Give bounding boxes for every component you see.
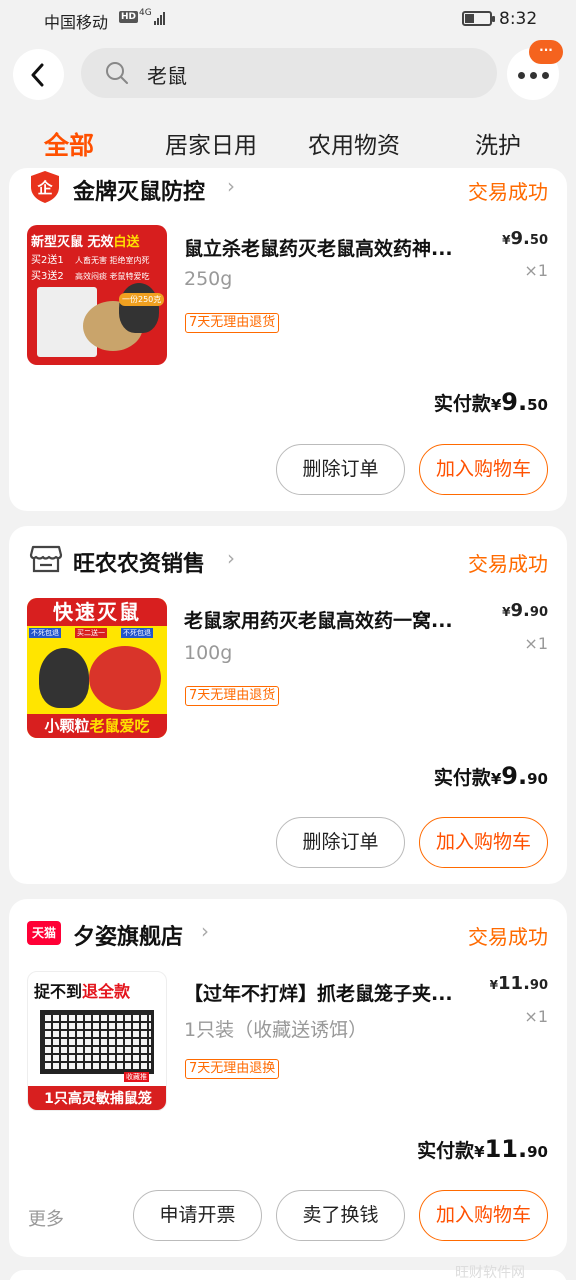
product-spec: 250g bbox=[184, 268, 233, 290]
thumb-promo-2: 买3送2 bbox=[31, 271, 64, 282]
battery-icon bbox=[462, 11, 495, 26]
chevron-right-icon[interactable]: › bbox=[227, 546, 235, 570]
return-policy-tag: 7天无理由退换 bbox=[185, 1059, 280, 1079]
rat-figure bbox=[119, 283, 159, 333]
product-quantity: ×1 bbox=[524, 1007, 548, 1026]
shop-name[interactable]: 金牌灭鼠防控 bbox=[73, 174, 205, 206]
product-title[interactable]: 【过年不打烊】抓老鼠笼子夹... bbox=[184, 979, 484, 1006]
tab-household[interactable]: 居家日用 bbox=[165, 126, 257, 160]
order-card: 企 金牌灭鼠防控 › 交易成功 新型灭鼠 无效白送 买2送1 买3送2 人畜无害… bbox=[9, 168, 567, 511]
add-to-cart-button[interactable]: 加入购物车 bbox=[419, 1190, 548, 1241]
tab-care[interactable]: 洗护 bbox=[475, 126, 521, 160]
thumb-desc-1: 人畜无害 拒绝室内死 bbox=[75, 256, 150, 265]
thumb-footer: 小颗粒 bbox=[44, 717, 90, 735]
svg-text:企: 企 bbox=[36, 179, 53, 197]
paid-amount: 实付款¥9.90 bbox=[433, 762, 548, 790]
chevron-right-icon[interactable]: › bbox=[227, 174, 235, 198]
resell-button[interactable]: 卖了换钱 bbox=[276, 1190, 405, 1241]
rat-figure bbox=[39, 648, 89, 708]
product-price: ¥9.90 bbox=[502, 600, 548, 621]
order-card: 天猫 夕姿旗舰店 › 交易成功 捉不到退全款 收藏推 1只高灵敏捕鼠笼 【过年不… bbox=[9, 899, 567, 1257]
thumb-headline-highlight: 白送 bbox=[113, 235, 140, 250]
thumb-headline-highlight: 退全款 bbox=[82, 982, 131, 1001]
product-quantity: ×1 bbox=[524, 261, 548, 280]
back-button[interactable] bbox=[13, 49, 64, 100]
order-card: 旺农农资销售 › 交易成功 快速灭鼠 不死包退 买二送一 不死包退 小颗粒老鼠爱… bbox=[9, 526, 567, 884]
watermark: 旺财软件网 bbox=[455, 1265, 525, 1280]
request-invoice-button[interactable]: 申请开票 bbox=[133, 1190, 262, 1241]
add-to-cart-button[interactable]: 加入购物车 bbox=[419, 817, 548, 868]
product-title[interactable]: 鼠立杀老鼠药灭老鼠高效药神... bbox=[184, 234, 484, 261]
search-query: 老鼠 bbox=[147, 64, 187, 88]
bait-pellets bbox=[89, 646, 161, 710]
clock: 8:32 bbox=[499, 9, 538, 29]
thumb-badge: 收藏推 bbox=[124, 1072, 149, 1082]
search-input[interactable]: 老鼠 bbox=[81, 48, 497, 98]
thumb-weight-badge: 一份250克 bbox=[119, 293, 165, 306]
chevron-left-icon bbox=[31, 63, 44, 87]
delete-order-button[interactable]: 删除订单 bbox=[276, 817, 405, 868]
product-spec: 1只装（收藏送诱饵） bbox=[184, 1019, 368, 1041]
thumb-footer-highlight: 老鼠爱吃 bbox=[89, 717, 150, 735]
currency-symbol: ¥ bbox=[502, 233, 511, 247]
product-image[interactable]: 新型灭鼠 无效白送 买2送1 买3送2 人畜无害 拒绝室内死 高效闷痰 老鼠特爱… bbox=[27, 225, 167, 365]
product-price: ¥11.90 bbox=[489, 973, 548, 994]
add-to-cart-button[interactable]: 加入购物车 bbox=[419, 444, 548, 495]
network-type: 4G bbox=[139, 8, 152, 18]
message-badge[interactable]: ··· bbox=[529, 40, 563, 64]
more-actions-link[interactable]: 更多 bbox=[28, 1205, 64, 1231]
shop-name[interactable]: 旺农农资销售 bbox=[73, 546, 205, 578]
thumb-badge-3: 不死包退 bbox=[121, 628, 153, 638]
order-status: 交易成功 bbox=[468, 552, 548, 576]
status-bar: 中国移动 HD 4G 8:32 bbox=[0, 0, 576, 38]
product-title[interactable]: 老鼠家用药灭老鼠高效药一窝... bbox=[184, 606, 484, 633]
thumb-headline: 捉不到 bbox=[34, 982, 83, 1001]
delete-order-button[interactable]: 删除订单 bbox=[276, 444, 405, 495]
top-bar: 老鼠 bbox=[0, 38, 576, 112]
store-icon bbox=[29, 545, 63, 573]
paid-amount: 实付款¥9.50 bbox=[433, 388, 548, 416]
tab-agricultural[interactable]: 农用物资 bbox=[308, 126, 400, 160]
category-tabs: 全部 居家日用 农用物资 洗护 bbox=[0, 112, 576, 168]
tab-all[interactable]: 全部 bbox=[44, 126, 94, 162]
search-icon bbox=[106, 62, 128, 84]
signal-icon bbox=[154, 11, 168, 25]
return-policy-tag: 7天无理由退货 bbox=[185, 686, 280, 706]
paid-amount: 实付款¥11.90 bbox=[417, 1135, 548, 1163]
hd-icon: HD bbox=[119, 11, 139, 23]
thumb-badge-1: 不死包退 bbox=[29, 628, 61, 638]
product-image[interactable]: 捉不到退全款 收藏推 1只高灵敏捕鼠笼 bbox=[27, 971, 167, 1111]
chevron-right-icon[interactable]: › bbox=[201, 919, 209, 943]
enterprise-shield-icon: 企 bbox=[31, 171, 59, 203]
order-status: 交易成功 bbox=[468, 925, 548, 949]
return-policy-tag: 7天无理由退货 bbox=[185, 313, 280, 333]
thumb-headline: 新型灭鼠 无效 bbox=[31, 235, 114, 250]
product-spec: 100g bbox=[184, 642, 233, 664]
product-quantity: ×1 bbox=[524, 634, 548, 653]
product-price: ¥9.50 bbox=[502, 228, 548, 249]
thumb-badge-2: 买二送一 bbox=[75, 628, 107, 638]
carrier-name: 中国移动 bbox=[44, 13, 109, 32]
thumb-footer: 1只高灵敏捕鼠笼 bbox=[28, 1086, 166, 1110]
thumb-promo-1: 买2送1 bbox=[31, 255, 64, 266]
shop-name[interactable]: 夕姿旗舰店 bbox=[73, 919, 183, 951]
order-status: 交易成功 bbox=[468, 180, 548, 204]
tmall-icon: 天猫 bbox=[27, 921, 61, 945]
cage-illustration bbox=[40, 1010, 154, 1074]
thumb-headline: 快速灭鼠 bbox=[27, 598, 167, 626]
product-image[interactable]: 快速灭鼠 不死包退 买二送一 不死包退 小颗粒老鼠爱吃 bbox=[27, 598, 167, 738]
